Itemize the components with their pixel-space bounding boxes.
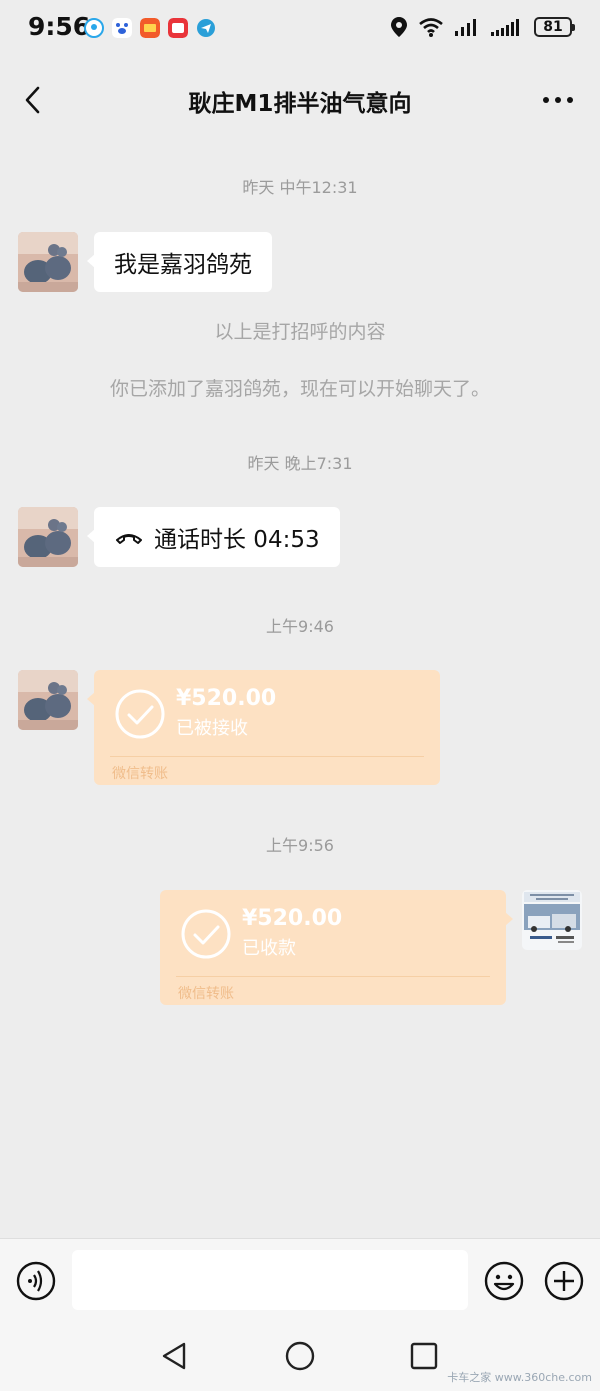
system-message: 你已添加了嘉羽鸽苑，现在可以开始聊天了。 <box>109 378 490 400</box>
location-icon <box>391 17 407 37</box>
timestamp: 上午9:46 <box>266 617 334 636</box>
app-icon <box>140 18 160 38</box>
transfer-divider <box>110 756 424 757</box>
qq-icon <box>84 18 104 38</box>
status-bar: 9:56 81 <box>0 0 600 58</box>
transfer-label: 微信转账 <box>178 986 234 1002</box>
chat-header: 耿庄M1排半油气意向 <box>0 58 600 140</box>
watermark: 卡车之家 www.360che.com <box>447 1371 592 1384</box>
plus-icon[interactable] <box>544 1261 584 1301</box>
circle-home-icon[interactable] <box>284 1340 316 1372</box>
check-circle-icon <box>115 689 165 739</box>
message-bubble-greeting[interactable]: 我是嘉羽鸽苑 <box>87 232 272 292</box>
signal-icon-1 <box>455 19 476 36</box>
transfer-status: 已被接收 <box>176 718 248 739</box>
battery-indicator: 81 <box>534 17 575 37</box>
message-text: 我是嘉羽鸽苑 <box>114 252 252 278</box>
baidu-icon <box>112 18 132 38</box>
voice-icon[interactable] <box>16 1261 56 1301</box>
telegram-icon <box>197 19 215 37</box>
more-dots-icon[interactable] <box>540 88 576 112</box>
phone-hangup-icon <box>116 534 142 544</box>
chat-title: 耿庄M1排半油气意向 <box>188 91 412 117</box>
transfer-status: 已收款 <box>242 938 296 959</box>
signal-icon-2 <box>491 19 519 36</box>
timestamp: 昨天 晚上7:31 <box>247 454 353 473</box>
triangle-back-icon[interactable] <box>158 1340 190 1372</box>
status-time: 9:56 <box>28 12 91 41</box>
system-nav-bar: 卡车之家 www.360che.com <box>0 1322 600 1391</box>
wifi-icon <box>419 18 443 37</box>
input-bar <box>0 1238 600 1322</box>
timestamp: 上午9:56 <box>266 836 334 855</box>
transfer-label: 微信转账 <box>112 766 168 782</box>
transfer-amount: ¥520.00 <box>176 686 277 711</box>
transfer-card-received[interactable]: ¥520.00 已被接收 微信转账 <box>87 670 440 785</box>
transfer-card-collected[interactable]: ¥520.00 已收款 微信转账 <box>160 890 513 1005</box>
system-message: 以上是打招呼的内容 <box>214 321 386 343</box>
app-icon-red <box>168 18 188 38</box>
check-circle-icon <box>181 909 231 959</box>
emoji-icon[interactable] <box>484 1261 524 1301</box>
my-avatar[interactable] <box>522 890 582 950</box>
avatar[interactable] <box>18 507 78 567</box>
timestamp: 昨天 中午12:31 <box>242 178 358 197</box>
square-recent-icon[interactable] <box>408 1340 440 1372</box>
transfer-divider <box>176 976 490 977</box>
status-right: 81 <box>390 16 575 38</box>
avatar[interactable] <box>18 232 78 292</box>
message-input[interactable] <box>72 1250 468 1310</box>
message-bubble-call[interactable]: 通话时长 04:53 <box>87 507 340 567</box>
transfer-amount: ¥520.00 <box>242 906 343 931</box>
notification-icons <box>84 18 216 38</box>
avatar[interactable] <box>18 670 78 730</box>
call-duration-text: 通话时长 04:53 <box>154 527 320 553</box>
